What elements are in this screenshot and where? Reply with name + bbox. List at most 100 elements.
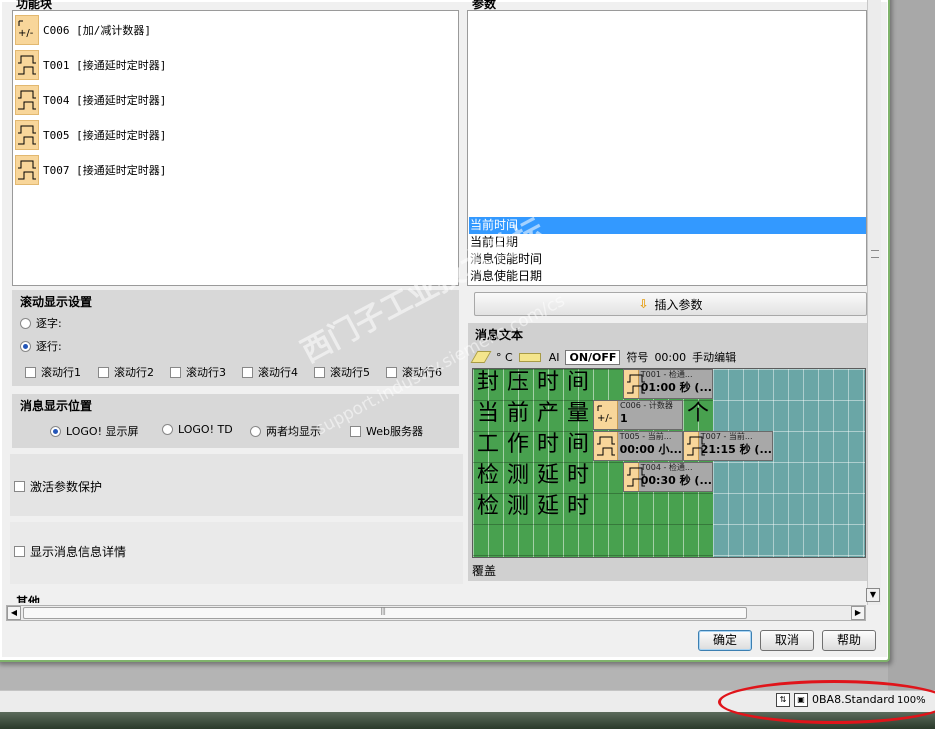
- onoff-button[interactable]: ON/OFF: [565, 349, 621, 365]
- param-value: 1: [620, 412, 628, 425]
- checkbox-scroll-line-2[interactable]: 滚动行2: [98, 364, 154, 380]
- message-char: 测: [506, 494, 529, 519]
- checkbox-label: 激活参数保护: [30, 480, 103, 494]
- message-grid[interactable]: 封 压 时 间 当 前 产 量 个 工 作 时 间 检 测 延 时 检 测 延 …: [472, 368, 866, 558]
- radio-label: LOGO! 显示屏: [66, 425, 139, 438]
- message-char: 封: [476, 370, 499, 395]
- fb-item-t004[interactable]: T004 [接通延时定时器]: [15, 85, 166, 115]
- checkbox-web-server[interactable]: Web服务器: [350, 423, 423, 439]
- vertical-scrollbar[interactable]: [867, 0, 881, 605]
- message-char: 延: [536, 463, 559, 488]
- radio-logo-td[interactable]: LOGO! TD: [162, 423, 233, 436]
- fb-label: T004 [接通延时定时器]: [43, 94, 167, 107]
- message-char: 工: [476, 432, 499, 457]
- timer-icon: [624, 370, 645, 398]
- param-protection-section: 激活参数保护: [10, 454, 463, 516]
- radio-circle[interactable]: [20, 340, 31, 352]
- checkbox-scroll-line-5[interactable]: 滚动行5: [314, 364, 370, 380]
- insert-parameter-button[interactable]: ⇩ 插入参数: [474, 292, 867, 316]
- radio-logo-display[interactable]: LOGO! 显示屏: [50, 423, 138, 439]
- radio-by-line[interactable]: 逐行:: [20, 338, 62, 354]
- message-param-t007[interactable]: T007 - 当前... 21:15 秒 (...: [683, 431, 773, 461]
- manual-edit-button[interactable]: 手动编辑: [692, 349, 736, 365]
- param-item-msg-enable-time[interactable]: 消息使能时间: [469, 251, 866, 268]
- radio-by-char[interactable]: 逐字:: [20, 315, 62, 331]
- horizontal-scrollbar[interactable]: ◀ ▶: [6, 605, 866, 621]
- param-item-current-date[interactable]: 当前日期: [469, 234, 866, 251]
- fb-item-t001[interactable]: T001 [接通延时定时器]: [15, 50, 166, 80]
- dialog-body: 功能块 参数 +/- C006 [加/减计数器] T001 [接通延时定时器]: [2, 0, 887, 657]
- other-section-label: 其他: [16, 595, 41, 603]
- message-char: 时: [566, 463, 589, 488]
- fb-item-t007[interactable]: T007 [接通延时定时器]: [15, 155, 166, 185]
- timer-icon: [624, 463, 645, 491]
- message-char: 个: [686, 401, 709, 426]
- message-param-t001[interactable]: T001 - 检通... 01:00 秒 (...: [623, 369, 713, 399]
- timer-icon: [594, 432, 618, 460]
- message-char: 时: [536, 432, 559, 457]
- checkbox-label: 滚动行1: [41, 366, 81, 379]
- cancel-button[interactable]: 取消: [760, 630, 814, 651]
- arrow-down-icon: ⇩: [638, 297, 649, 311]
- param-name: T004 - 检通...: [640, 463, 693, 472]
- checkbox-box[interactable]: [170, 366, 181, 378]
- message-text-dialog: 功能块 参数 +/- C006 [加/减计数器] T001 [接通延时定时器]: [0, 0, 890, 662]
- ok-button[interactable]: 确定: [698, 630, 752, 651]
- message-param-c006[interactable]: +/- C006 - 计数器 1: [593, 400, 683, 430]
- checkbox-scroll-line-6[interactable]: 滚动行6: [386, 364, 442, 380]
- radio-circle[interactable]: [20, 317, 31, 329]
- scroll-right-icon[interactable]: ▶: [851, 606, 865, 620]
- timer-icon: [15, 155, 39, 185]
- message-char: 作: [506, 432, 529, 457]
- radio-circle[interactable]: [162, 424, 173, 435]
- checkbox-box[interactable]: [14, 481, 25, 492]
- ai-button[interactable]: AI: [549, 351, 560, 364]
- symbol-button[interactable]: 符号: [626, 349, 648, 365]
- checkbox-activate-param-protection[interactable]: 激活参数保护: [14, 478, 102, 495]
- help-button[interactable]: 帮助: [822, 630, 876, 651]
- radio-circle[interactable]: [250, 425, 261, 437]
- checkbox-show-message-details[interactable]: 显示消息信息详情: [14, 543, 126, 560]
- checkbox-label: 滚动行3: [186, 366, 226, 379]
- timer-icon: [15, 50, 39, 80]
- time-button[interactable]: 00:00: [654, 351, 686, 364]
- checkbox-box[interactable]: [242, 366, 253, 378]
- radio-circle[interactable]: [50, 425, 61, 437]
- overwrite-mode-label: 覆盖: [472, 564, 497, 578]
- screen: 功能块 参数 +/- C006 [加/减计数器] T001 [接通延时定时器]: [0, 0, 935, 729]
- message-param-t004[interactable]: T004 - 检通... 00:30 秒 (...: [623, 462, 713, 492]
- param-item-current-time[interactable]: 当前时间: [469, 217, 866, 234]
- scroll-down-icon[interactable]: ▼: [866, 588, 880, 602]
- svg-text:+/-: +/-: [597, 413, 613, 424]
- scrollbar-grip[interactable]: [871, 250, 879, 258]
- scroll-left-icon[interactable]: ◀: [7, 606, 21, 620]
- fb-item-t005[interactable]: T005 [接通延时定时器]: [15, 120, 166, 150]
- checkbox-label: 滚动行4: [258, 366, 298, 379]
- checkbox-label: 滚动行2: [114, 366, 154, 379]
- param-value: 01:00 秒 (...: [640, 381, 712, 394]
- checkbox-box[interactable]: [25, 366, 36, 378]
- message-param-t005[interactable]: T005 - 当前... 00:00 小...: [593, 431, 683, 461]
- message-char: 产: [536, 401, 559, 426]
- parameter-list[interactable]: 当前时间 当前日期 消息使能时间 消息使能日期: [467, 10, 867, 286]
- fb-item-c006[interactable]: +/- C006 [加/减计数器]: [15, 15, 151, 45]
- pencil-icon[interactable]: [470, 351, 492, 363]
- counter-icon: +/-: [15, 15, 39, 45]
- checkbox-box[interactable]: [98, 366, 109, 378]
- checkbox-box[interactable]: [350, 425, 361, 437]
- scrollbar-thumb[interactable]: [23, 606, 747, 619]
- checkbox-box[interactable]: [14, 546, 25, 557]
- message-text-title: 消息文本: [475, 328, 524, 342]
- bar-graph-icon[interactable]: [518, 352, 541, 362]
- checkbox-box[interactable]: [386, 366, 397, 378]
- radio-both[interactable]: 两者均显示: [250, 423, 321, 439]
- param-item-msg-enable-date[interactable]: 消息使能日期: [469, 268, 866, 285]
- checkbox-scroll-line-3[interactable]: 滚动行3: [170, 364, 226, 380]
- function-block-list[interactable]: +/- C006 [加/减计数器] T001 [接通延时定时器] T004 [接…: [12, 10, 459, 286]
- fb-label: T001 [接通延时定时器]: [43, 59, 167, 72]
- timer-icon: [15, 85, 39, 115]
- checkbox-scroll-line-1[interactable]: 滚动行1: [25, 364, 81, 380]
- checkbox-scroll-line-4[interactable]: 滚动行4: [242, 364, 298, 380]
- degree-button[interactable]: ° C: [496, 351, 513, 364]
- checkbox-box[interactable]: [314, 366, 325, 378]
